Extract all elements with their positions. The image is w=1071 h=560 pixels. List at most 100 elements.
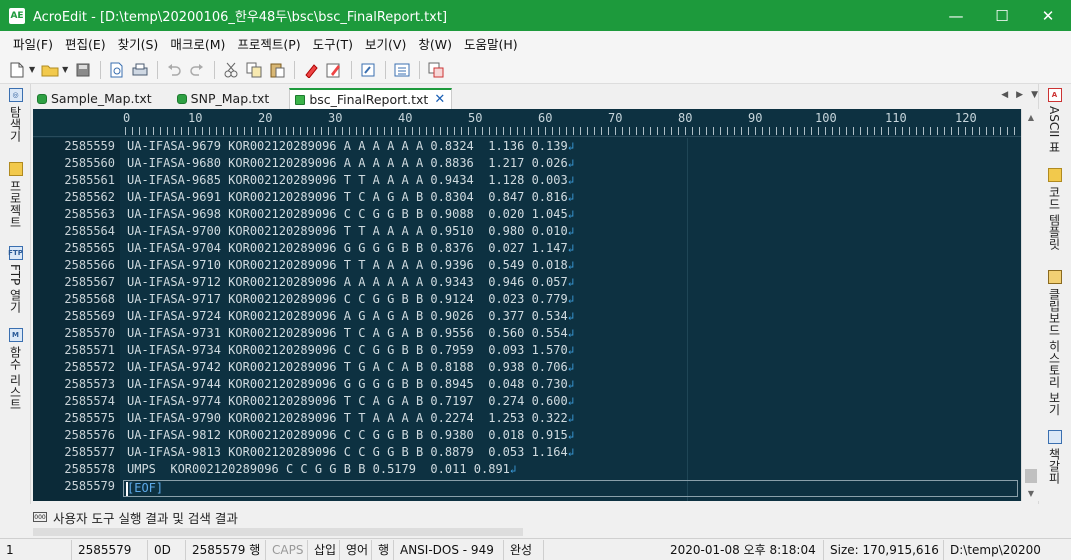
panel-tab-explorer[interactable]: ◎ 탐색기 xyxy=(0,88,31,142)
editor-line[interactable]: 2585569 UA-IFASA-9724 KOR002120289096 A G… xyxy=(33,308,1021,325)
line-text: UA-IFASA-9704 KOR002120289096 G G G G B … xyxy=(127,240,574,257)
menu-window[interactable]: 창(W) xyxy=(412,34,458,53)
editor-line[interactable]: 2585567 UA-IFASA-9712 KOR002120289096 A A… xyxy=(33,274,1021,291)
line-content: UA-IFASA-9724 KOR002120289096 A G A G A … xyxy=(127,309,568,323)
panel-tab-clipboard-history[interactable]: 클립보드 히스토리 보기 xyxy=(1039,270,1070,416)
editor-line[interactable]: 2585572 UA-IFASA-9742 KOR002120289096 T G… xyxy=(33,359,1021,376)
editor-line[interactable]: 2585561 UA-IFASA-9685 KOR002120289096 T T… xyxy=(33,172,1021,189)
undo-icon[interactable] xyxy=(163,59,185,81)
menu-edit[interactable]: 편집(E) xyxy=(59,34,112,53)
line-text: UA-IFASA-9691 KOR002120289096 T C A G A … xyxy=(127,189,574,206)
toolbar: ▼ ▼ xyxy=(0,56,1071,84)
panel-tab-project[interactable]: 프로젝트 xyxy=(0,162,31,228)
menu-tools[interactable]: 도구(T) xyxy=(307,34,359,53)
menu-find[interactable]: 찾기(S) xyxy=(112,34,165,53)
output-panel-tab[interactable]: 000 사용자 도구 실행 결과 및 검색 결과 xyxy=(33,508,238,526)
close-tab-icon[interactable]: ✕ xyxy=(434,92,445,107)
line-content: UA-IFASA-9774 KOR002120289096 T C A G A … xyxy=(127,394,568,408)
marker-icon[interactable] xyxy=(323,59,345,81)
line-number: 2585579 xyxy=(64,479,115,493)
eol-icon: ↲ xyxy=(567,140,575,153)
ruler-ticks xyxy=(125,127,1021,135)
edit-window-icon[interactable] xyxy=(357,59,379,81)
bookmark-icon xyxy=(1047,430,1062,444)
editor-line[interactable]: 2585566 UA-IFASA-9710 KOR002120289096 T T… xyxy=(33,257,1021,274)
print-preview-icon[interactable] xyxy=(106,59,128,81)
new-dropdown-icon[interactable]: ▼ xyxy=(29,65,35,74)
menu-macro[interactable]: 매크로(M) xyxy=(164,34,231,53)
panel-tab-bookmarks[interactable]: 책갈피 xyxy=(1039,430,1070,484)
vertical-scrollbar[interactable]: ▲ ▼ xyxy=(1021,109,1039,501)
redo-icon[interactable] xyxy=(186,59,208,81)
menu-help[interactable]: 도움말(H) xyxy=(458,34,524,53)
menu-project[interactable]: 프로젝트(P) xyxy=(231,34,306,53)
open-folder-icon[interactable] xyxy=(39,59,61,81)
new-file-icon[interactable] xyxy=(6,59,28,81)
menu-file[interactable]: 파일(F) xyxy=(7,34,59,53)
ftp-icon: FTP xyxy=(8,246,23,260)
line-number: 2585574 xyxy=(64,394,115,408)
status-language[interactable]: 영어 xyxy=(340,539,372,560)
status-caps: CAPS xyxy=(266,539,308,560)
close-button[interactable]: ✕ xyxy=(1025,0,1071,31)
status-insert[interactable]: 삽입 xyxy=(308,539,340,560)
ruler-label: 10 xyxy=(188,111,203,125)
panel-tab-ftp[interactable]: FTP FTP 열기 xyxy=(0,246,31,313)
line-number: 2585573 xyxy=(64,377,115,391)
editor-line[interactable]: 2585565 UA-IFASA-9704 KOR002120289096 G G… xyxy=(33,240,1021,257)
editor-line[interactable]: 2585573 UA-IFASA-9744 KOR002120289096 G G… xyxy=(33,376,1021,393)
editor-line[interactable]: 2585578 UMPS KOR002120289096 C C G G B B … xyxy=(33,461,1021,478)
cut-icon[interactable] xyxy=(220,59,242,81)
tab-next-icon[interactable]: ▶ xyxy=(1016,90,1023,100)
editor-line[interactable]: 2585559 UA-IFASA-9679 KOR002120289096 A A… xyxy=(33,138,1021,155)
toolbar-separator xyxy=(385,60,387,79)
editor-line[interactable]: 2585564 UA-IFASA-9700 KOR002120289096 T T… xyxy=(33,223,1021,240)
line-text: UA-IFASA-9724 KOR002120289096 A G A G A … xyxy=(127,308,574,325)
tab-list-icon[interactable]: ▼ xyxy=(1031,90,1038,100)
status-encoding[interactable]: ANSI-DOS - 949 xyxy=(394,539,504,560)
line-content: UA-IFASA-9698 KOR002120289096 C C G G B … xyxy=(127,207,568,221)
line-content: UA-IFASA-9813 KOR002120289096 C C G G B … xyxy=(127,445,568,459)
print-icon[interactable] xyxy=(129,59,151,81)
scroll-up-icon[interactable]: ▲ xyxy=(1022,109,1039,125)
panel-tab-code-template[interactable]: 코드 템플릿 xyxy=(1039,168,1070,250)
window-title: AcroEdit - [D:\temp\20200106_한우48두\bsc\b… xyxy=(33,10,448,25)
horizontal-scrollbar[interactable] xyxy=(33,528,523,536)
toolbar-separator xyxy=(214,60,216,79)
editor-line[interactable]: 2585562 UA-IFASA-9691 KOR002120289096 T C… xyxy=(33,189,1021,206)
editor-line[interactable]: 2585576 UA-IFASA-9812 KOR002120289096 C C… xyxy=(33,427,1021,444)
copy-icon[interactable] xyxy=(243,59,265,81)
minimize-button[interactable]: — xyxy=(933,0,979,31)
editor-line[interactable]: 2585568 UA-IFASA-9717 KOR002120289096 C C… xyxy=(33,291,1021,308)
tab-sample-map[interactable]: Sample_Map.txt xyxy=(32,88,158,109)
panel-tab-function-list[interactable]: M 함수 리스트 xyxy=(0,328,31,410)
scroll-down-icon[interactable]: ▼ xyxy=(1022,485,1039,501)
scroll-thumb[interactable] xyxy=(1025,469,1037,483)
editor-line[interactable]: 2585574 UA-IFASA-9774 KOR002120289096 T C… xyxy=(33,393,1021,410)
text-editor[interactable]: 0 10 20 30 40 50 60 70 80 90 100 110 120… xyxy=(33,109,1039,501)
open-dropdown-icon[interactable]: ▼ xyxy=(62,65,68,74)
editor-line[interactable]: 2585577 UA-IFASA-9813 KOR002120289096 C C… xyxy=(33,444,1021,461)
editor-line[interactable]: 2585575 UA-IFASA-9790 KOR002120289096 T T… xyxy=(33,410,1021,427)
line-text: UA-IFASA-9734 KOR002120289096 C C G G B … xyxy=(127,342,574,359)
paste-icon[interactable] xyxy=(266,59,288,81)
maximize-button[interactable]: ☐ xyxy=(979,0,1025,31)
highlight-icon[interactable] xyxy=(300,59,322,81)
editor-line[interactable]: 2585560 UA-IFASA-9680 KOR002120289096 A A… xyxy=(33,155,1021,172)
tab-bsc-final-report[interactable]: bsc_FinalReport.txt ✕ xyxy=(289,88,453,109)
editor-line[interactable]: 2585570 UA-IFASA-9731 KOR002120289096 T C… xyxy=(33,325,1021,342)
save-icon[interactable] xyxy=(72,59,94,81)
panel-tab-ascii[interactable]: A ASCII 표 xyxy=(1039,88,1070,153)
editor-line[interactable]: 2585563 UA-IFASA-9698 KOR002120289096 C C… xyxy=(33,206,1021,223)
tab-snp-map[interactable]: SNP_Map.txt xyxy=(172,88,276,109)
status-mode[interactable]: 행 xyxy=(372,539,394,560)
menu-view[interactable]: 보기(V) xyxy=(359,34,412,53)
list-icon[interactable] xyxy=(391,59,413,81)
right-side-panel: A ASCII 표 코드 템플릿 클립보드 히스토리 보기 책갈피 xyxy=(1038,84,1071,504)
eol-icon: ↲ xyxy=(567,208,575,221)
line-content: UA-IFASA-9717 KOR002120289096 C C G G B … xyxy=(127,292,568,306)
calendar-icon[interactable] xyxy=(425,59,447,81)
line-text: UA-IFASA-9742 KOR002120289096 T G A C A … xyxy=(127,359,574,376)
tab-prev-icon[interactable]: ◀ xyxy=(1001,90,1008,100)
editor-line[interactable]: 2585571 UA-IFASA-9734 KOR002120289096 C C… xyxy=(33,342,1021,359)
